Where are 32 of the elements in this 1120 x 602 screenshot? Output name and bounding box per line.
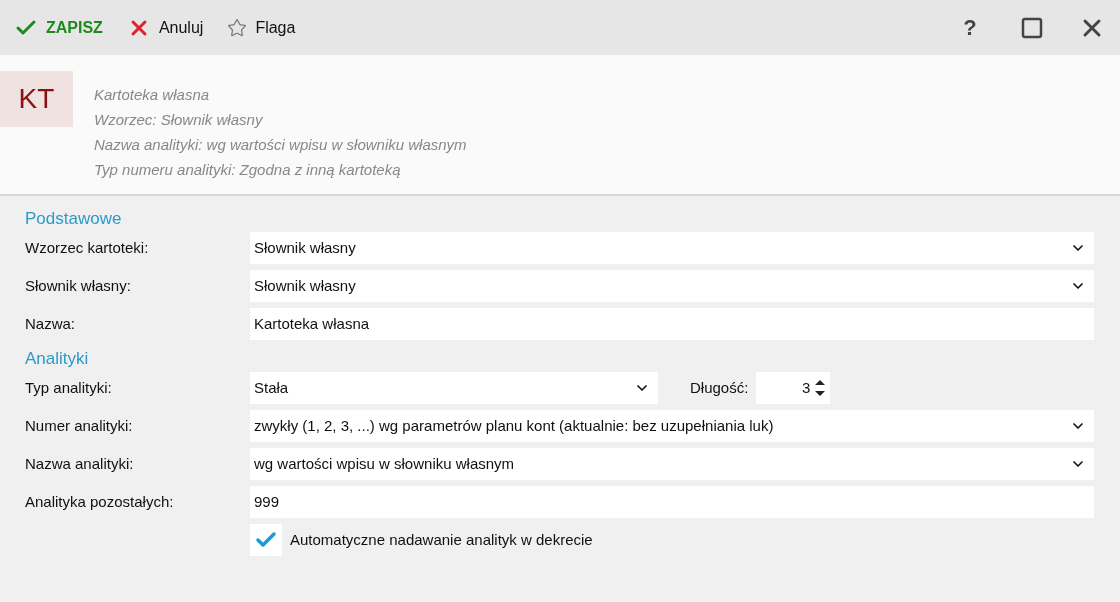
field-label: Numer analityki:	[25, 415, 134, 436]
field-label: Wzorzec kartoteki:	[25, 237, 150, 258]
section-title: Podstawowe	[25, 208, 123, 230]
field-label: Słownik własny:	[25, 275, 132, 296]
field-label: Typ analityki:	[25, 377, 113, 398]
dropdown-field[interactable]: Słownik własny	[250, 270, 1094, 302]
header-info-line: Typ numeru analityki: Zgodna z inną kartoteką	[94, 160, 402, 180]
dropdown-field[interactable]: Stała	[250, 372, 658, 404]
header-info-line: Nazwa analityki: wg wartości wpisu w słowniku własnym	[94, 135, 467, 155]
input-field[interactable]: 999	[250, 486, 1094, 518]
field-label: Nazwa:	[25, 313, 77, 334]
save-button[interactable]: ZAPISZ	[10, 9, 107, 46]
header-info-line: Wzorzec: Słownik własny	[94, 110, 264, 130]
cancel-button[interactable]: Anuluj	[122, 9, 208, 46]
field-label: Długość:	[690, 377, 749, 398]
help-button[interactable]: ?	[954, 11, 986, 44]
flag-button[interactable]: Flaga	[223, 9, 300, 46]
dropdown-field[interactable]: zwykły (1, 2, 3, ...) wg parametrów planu kont (aktualnie: bez uzupełniania luk)	[250, 410, 1094, 442]
checkbox[interactable]	[250, 524, 282, 556]
section-title: Analityki	[25, 348, 90, 370]
field-label: Analityka pozostałych:	[25, 491, 175, 512]
maximize-icon	[1020, 15, 1044, 40]
field-label: Nazwa analityki:	[25, 453, 135, 474]
dropdown-field[interactable]: Słownik własny	[250, 232, 1094, 264]
number-spinner[interactable]: 3	[756, 372, 831, 404]
header-info-line: Kartoteka własna	[94, 85, 211, 105]
input-field[interactable]: Kartoteka własna	[250, 308, 1094, 340]
initials-badge: KT	[0, 71, 73, 127]
dropdown-field[interactable]: wg wartości wpisu w słowniku własnym	[250, 448, 1094, 480]
up-down-arrows-icon	[814, 377, 827, 399]
star-icon	[227, 17, 248, 38]
checkbox-label: Automatyczne nadawanie analityk w dekrecie	[290, 529, 593, 550]
